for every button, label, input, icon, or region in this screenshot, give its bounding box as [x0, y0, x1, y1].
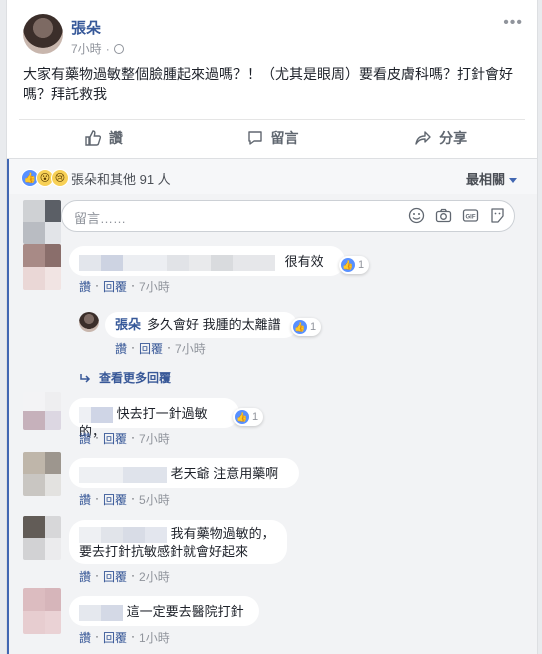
comment-bubble: 快去打一針過敏的，	[69, 398, 239, 439]
comment-bubble: 很有效	[69, 246, 345, 276]
avatar[interactable]	[23, 588, 61, 634]
redacted-name	[79, 526, 101, 543]
post-meta: 7小時 ·	[71, 40, 124, 57]
post-text: 大家有藥物過敏整個臉腫起來過嗎？！（尤其是眼周）要看皮膚科嗎？打針會好嗎？拜託救…	[23, 66, 513, 102]
reply-text: 多久會好 我腫的太離譜	[147, 317, 281, 332]
comment-reply-link[interactable]: 回覆	[103, 629, 127, 646]
reply-time[interactable]: 7小時	[175, 340, 206, 357]
comment-icon	[247, 131, 262, 145]
share-icon	[415, 131, 431, 145]
composer-tools: GIF	[408, 207, 506, 224]
view-more-replies[interactable]: 查看更多回覆	[79, 369, 171, 386]
comments-section: 留言…… GIF 很有效 👍 1 讚 · 回覆 · 7小時 張朵 多久會好 我腫…	[7, 194, 537, 654]
comment-input[interactable]: 留言…… GIF	[61, 200, 515, 232]
post-author[interactable]: 張朵	[71, 17, 101, 38]
comment-bubble: 老天爺 注意用藥啊	[69, 458, 299, 488]
comment-reply-link[interactable]: 回覆	[103, 491, 127, 508]
avatar[interactable]	[23, 244, 61, 290]
sort-dropdown[interactable]: 最相關	[466, 169, 517, 188]
reactions-count[interactable]: 張朵和其他 91 人	[71, 169, 171, 188]
comment-actions: 讚 · 回覆 · 5小時	[79, 491, 170, 508]
comment-actions: 讚 · 回覆 · 7小時	[79, 430, 170, 447]
comment-time[interactable]: 2小時	[139, 568, 170, 585]
post-actions: 讚 留言 分享	[19, 119, 525, 156]
avatar[interactable]	[23, 392, 61, 430]
like-button[interactable]: 讚	[19, 120, 188, 156]
share-button-label: 分享	[439, 130, 468, 146]
like-icon: 👍	[293, 320, 307, 334]
reaction-icons[interactable]: 👍 😮 😢	[21, 169, 69, 187]
avatar[interactable]	[23, 516, 61, 560]
comment-text: 很有效	[284, 254, 324, 269]
gif-icon[interactable]: GIF	[462, 207, 479, 224]
comment-time[interactable]: 7小時	[139, 278, 170, 295]
avatar	[23, 200, 61, 244]
comment-bubble: 這一定要去醫院打針	[69, 596, 259, 626]
sort-label: 最相關	[465, 172, 505, 187]
reply-like-link[interactable]: 讚	[115, 340, 127, 357]
author-avatar[interactable]	[23, 14, 63, 54]
like-button-label: 讚	[108, 130, 123, 146]
reply-bubble: 張朵 多久會好 我腫的太離譜	[105, 312, 297, 338]
comment-placeholder: 留言……	[74, 211, 127, 226]
comment-reply-link[interactable]: 回覆	[103, 430, 127, 447]
comment-like-link[interactable]: 讚	[79, 278, 91, 295]
comment-like-link[interactable]: 讚	[79, 568, 91, 585]
redacted-name	[79, 466, 123, 483]
more-dots-icon[interactable]: •••	[503, 14, 523, 32]
comment-text-line1: 我有藥物過敏的，	[170, 526, 275, 541]
thumbs-up-icon	[85, 130, 101, 146]
comment-like-count[interactable]: 👍 1	[339, 256, 370, 274]
comment-time[interactable]: 7小時	[139, 430, 170, 447]
sad-icon: 😢	[51, 169, 69, 187]
comment-button-label: 留言	[270, 130, 299, 146]
chevron-down-icon	[509, 178, 517, 184]
comment-text: 老天爺 注意用藥啊	[170, 466, 279, 481]
reply-reply-link[interactable]: 回覆	[139, 340, 163, 357]
redacted-name	[79, 254, 101, 271]
comment-text-line2: 要去打針抗敏感針就會好起來	[79, 543, 249, 559]
reply-like-count[interactable]: 👍 1	[291, 318, 322, 336]
reply-author[interactable]: 張朵	[115, 317, 141, 332]
comment-time[interactable]: 1小時	[139, 629, 170, 646]
comment-bubble: 我有藥物過敏的， 要去打針抗敏感針就會好起來	[69, 520, 287, 564]
redacted-name	[79, 604, 101, 621]
redacted-name	[79, 406, 91, 423]
post-time[interactable]: 7小時	[71, 40, 102, 57]
avatar[interactable]	[23, 452, 61, 496]
accent-bar	[7, 194, 9, 654]
comment-text: 這一定要去醫院打針	[126, 604, 244, 619]
reply-actions: 讚 · 回覆 · 7小時	[115, 340, 206, 357]
comment-time[interactable]: 5小時	[139, 491, 170, 508]
comment-like-count[interactable]: 👍 1	[233, 408, 264, 426]
reply-avatar[interactable]	[79, 312, 99, 332]
share-button[interactable]: 分享	[356, 120, 525, 156]
comment-actions: 讚 · 回覆 · 1小時	[79, 629, 170, 646]
sticker-icon[interactable]	[489, 207, 506, 224]
reactions-summary: 👍 😮 😢 張朵和其他 91 人 最相關	[7, 158, 537, 195]
emoji-icon[interactable]	[408, 207, 425, 224]
globe-icon	[113, 43, 124, 54]
post-card: 張朵 7小時 · ••• 大家有藥物過敏整個臉腫起來過嗎？！（尤其是眼周）要看皮…	[6, 0, 538, 654]
svg-text:GIF: GIF	[466, 215, 476, 221]
comment-actions: 讚 · 回覆 · 2小時	[79, 568, 170, 585]
comment-reply-link[interactable]: 回覆	[103, 568, 127, 585]
comment-reply-link[interactable]: 回覆	[103, 278, 127, 295]
accent-bar	[7, 159, 9, 195]
camera-icon[interactable]	[435, 207, 452, 224]
comment-like-link[interactable]: 讚	[79, 430, 91, 447]
comment-actions: 讚 · 回覆 · 7小時	[79, 278, 170, 295]
reply-arrow-icon	[80, 373, 91, 383]
like-icon: 👍	[235, 410, 249, 424]
comment-button[interactable]: 留言	[188, 120, 357, 156]
like-icon: 👍	[341, 258, 355, 272]
comment-like-link[interactable]: 讚	[79, 491, 91, 508]
comment-like-link[interactable]: 讚	[79, 629, 91, 646]
